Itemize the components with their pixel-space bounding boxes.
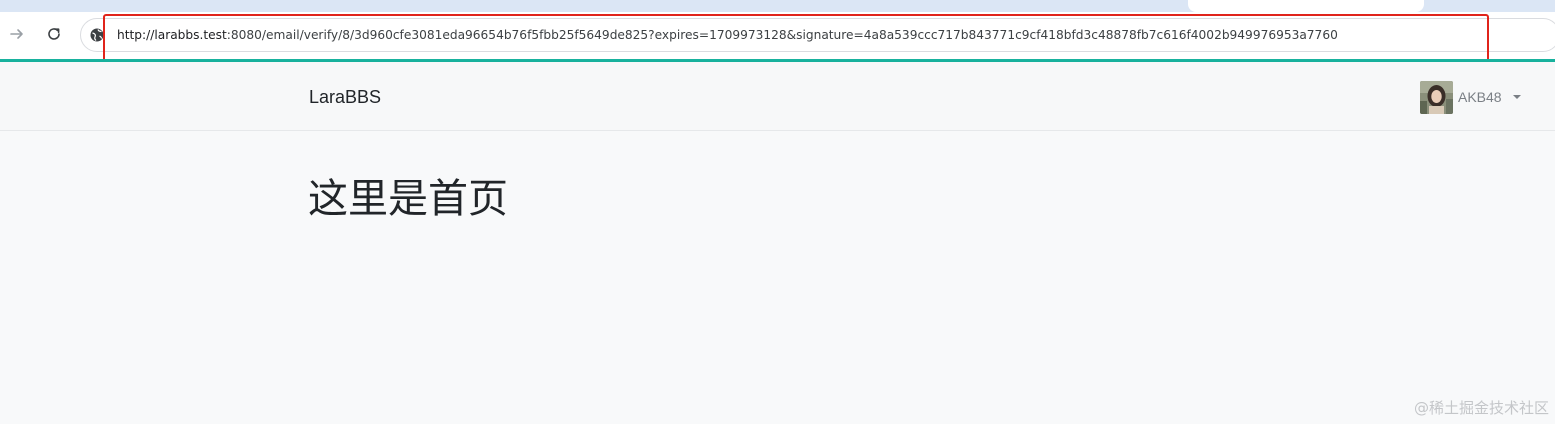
user-dropdown-toggle[interactable]: AKB48 [1420,80,1521,114]
brand-link[interactable]: LaraBBS [309,86,381,108]
page-content [0,131,1555,424]
chevron-down-icon [1512,95,1521,99]
forward-button[interactable] [6,23,28,45]
user-name: AKB48 [1458,89,1502,105]
active-tab[interactable] [1188,0,1424,12]
page-title: 这里是首页 [308,176,508,222]
site-info-button[interactable] [88,26,106,44]
user-avatar [1420,80,1453,114]
site-navbar [0,62,1555,131]
avatar-photo-icon [1420,80,1453,114]
url-text[interactable]: http://larabbs.test:8080/email/verify/8/… [117,26,1338,44]
url-path: :8080/email/verify/8/3d960cfe3081eda9665… [226,28,1338,42]
url-host: http://larabbs.test [117,28,227,42]
reload-icon [48,28,60,40]
reload-button[interactable] [43,23,65,45]
arrow-right-icon [10,29,23,39]
globe-icon [90,28,104,42]
tab-strip-right [1424,0,1555,12]
watermark: @稀土掘金技术社区 [1413,399,1549,417]
